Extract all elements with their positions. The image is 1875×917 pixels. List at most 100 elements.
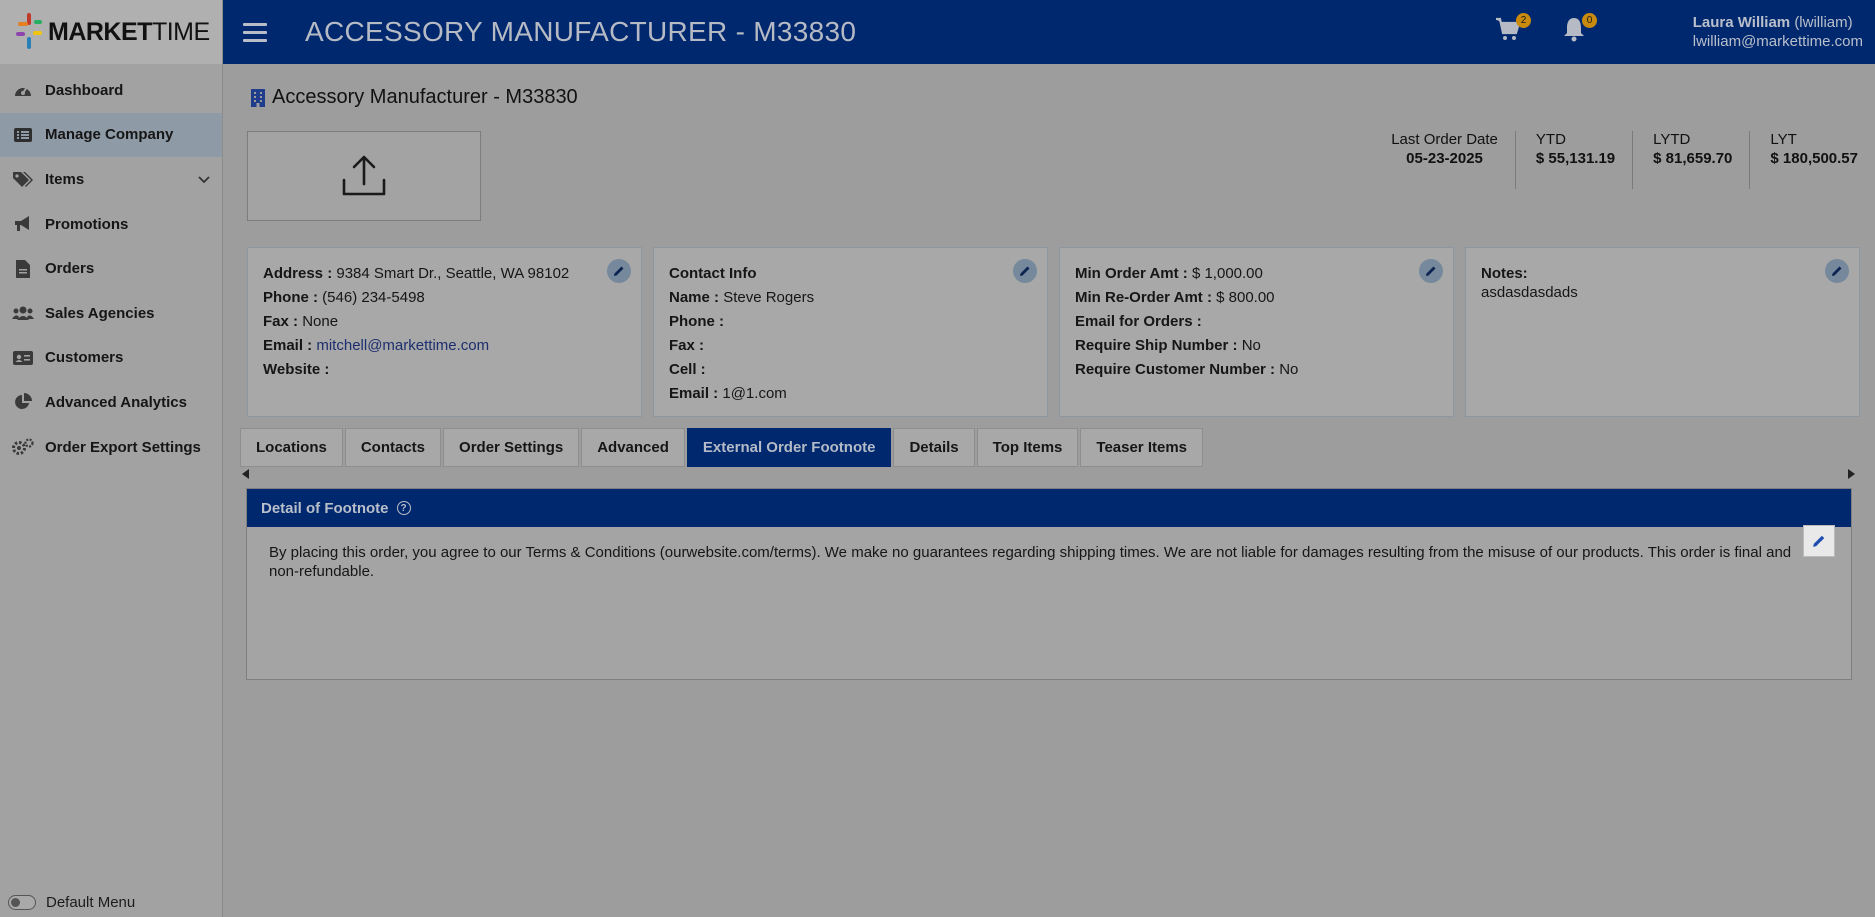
stat-lyt: LYT $ 180,500.57 [1749, 131, 1875, 189]
tab-order-settings[interactable]: Order Settings [443, 428, 580, 467]
tags-icon [12, 170, 34, 188]
logo-text: MARKETTIME [48, 17, 210, 46]
user-email: lwilliam@markettime.com [1692, 33, 1863, 50]
top-icons: 2 0 [1495, 13, 1597, 44]
stat-label: LYTD [1653, 131, 1691, 148]
logo[interactable]: MARKETTIME [0, 0, 222, 64]
sidebar-item-label: Sales Agencies [45, 304, 155, 322]
logo-upload[interactable] [247, 131, 481, 221]
footnote-header: Detail of Footnote ? [247, 489, 1851, 527]
stat-lytd: LYTD $ 81,659.70 [1632, 131, 1749, 189]
page-title: ACCESSORY MANUFACTURER - M33830 [305, 16, 857, 47]
footnote-text: By placing this order, you agree to our … [269, 544, 1792, 580]
sidebar-nav: Dashboard Manage Company Items Promotion… [0, 64, 222, 469]
logo-icon [16, 13, 42, 51]
notes-text: asdasdasdads [1481, 284, 1578, 301]
tab-external-order-footnote[interactable]: External Order Footnote [686, 428, 892, 467]
notification-count-badge: 0 [1582, 13, 1597, 28]
sidebar-item-promotions[interactable]: Promotions [0, 202, 222, 247]
stat-label: YTD [1535, 131, 1566, 148]
sidebar-item-label: Dashboard [45, 81, 124, 99]
pencil-icon [1426, 266, 1436, 276]
sidebar-item-order-export-settings[interactable]: Order Export Settings [0, 425, 222, 470]
sidebar-item-label: Order Export Settings [45, 438, 201, 456]
chevron-down-icon[interactable] [198, 171, 210, 188]
stat-ytd: YTD $ 55,131.19 [1514, 131, 1632, 189]
edit-footnote-button[interactable] [1803, 525, 1835, 557]
stat-value: $ 81,659.70 [1653, 150, 1733, 167]
pencil-icon [1832, 266, 1842, 276]
tab-top-items[interactable]: Top Items [976, 428, 1079, 467]
edit-order-settings-button[interactable] [1419, 259, 1443, 283]
default-menu-label: Default Menu [46, 893, 136, 911]
building-icon [251, 88, 265, 107]
hamburger-menu-icon[interactable] [243, 22, 267, 42]
tab-teaser-items[interactable]: Teaser Items [1080, 428, 1203, 467]
dashboard-gauge-icon [12, 81, 34, 99]
sidebar-item-manage-company[interactable]: Manage Company [0, 112, 222, 158]
sidebar-item-items[interactable]: Items [0, 157, 222, 202]
cart-count-badge: 2 [1516, 13, 1531, 28]
info-cards: Address : 9384 Smart Dr., Seattle, WA 98… [247, 247, 1860, 417]
notes-card: Notes: asdasdasdads [1465, 247, 1860, 417]
edit-notes-button[interactable] [1825, 259, 1849, 283]
sidebar-item-sales-agencies[interactable]: Sales Agencies [0, 291, 222, 336]
tab-scrollbar[interactable] [240, 467, 1857, 481]
list-icon [12, 126, 34, 144]
tab-advanced[interactable]: Advanced [581, 428, 685, 467]
sidebar-item-dashboard[interactable]: Dashboard [0, 68, 222, 113]
pencil-icon [1813, 535, 1825, 547]
pencil-icon [614, 266, 624, 276]
card-heading: Contact Info [669, 265, 757, 282]
sidebar-item-label: Items [45, 170, 85, 188]
stat-label: Last Order Date [1391, 131, 1498, 148]
user-handle: (lwilliam) [1794, 14, 1853, 31]
order-settings-card: Min Order Amt : $ 1,000.00 Min Re-Order … [1059, 247, 1454, 417]
footnote-heading: Detail of Footnote [261, 499, 389, 517]
sidebar: MARKETTIME Dashboard Manage Company Item… [0, 0, 223, 917]
stat-value: 05-23-2025 [1406, 150, 1483, 167]
sidebar-item-label: Advanced Analytics [45, 393, 187, 411]
sidebar-item-label: Manage Company [45, 126, 174, 144]
company-title-text: Accessory Manufacturer - M33830 [272, 86, 578, 108]
stat-value: $ 180,500.57 [1770, 150, 1858, 167]
stat-last-order: Last Order Date 05-23-2025 [1371, 131, 1515, 189]
contact-card: Contact Info Name : Steve Rogers Phone :… [653, 247, 1048, 417]
sidebar-item-label: Orders [45, 260, 95, 278]
scroll-right-icon[interactable] [1848, 469, 1855, 479]
scroll-left-icon[interactable] [242, 469, 249, 479]
user-name: Laura William [1692, 14, 1791, 31]
sidebar-item-label: Promotions [45, 215, 129, 233]
gears-icon [12, 438, 34, 456]
pencil-icon [1020, 266, 1030, 276]
tab-locations[interactable]: Locations [240, 428, 343, 467]
default-menu-toggle[interactable] [8, 894, 36, 910]
tab-details[interactable]: Details [893, 428, 975, 467]
sidebar-item-customers[interactable]: Customers [0, 336, 222, 381]
pie-chart-icon [12, 393, 34, 411]
users-icon [12, 304, 34, 322]
stat-label: LYT [1770, 131, 1797, 148]
address-card: Address : 9384 Smart Dr., Seattle, WA 98… [247, 247, 642, 417]
sidebar-item-label: Customers [45, 349, 124, 367]
main-content: Accessory Manufacturer - M33830 Last Ord… [223, 64, 1875, 917]
stat-value: $ 55,131.19 [1535, 150, 1616, 167]
sidebar-item-orders[interactable]: Orders [0, 246, 222, 291]
order-stats: Last Order Date 05-23-2025 YTD $ 55,131.… [1371, 131, 1875, 189]
bell-icon[interactable]: 0 [1561, 13, 1597, 44]
megaphone-icon [12, 215, 34, 233]
cart-icon[interactable]: 2 [1495, 13, 1531, 44]
sidebar-item-advanced-analytics[interactable]: Advanced Analytics [0, 380, 222, 425]
edit-contact-button[interactable] [1013, 259, 1037, 283]
upload-icon [342, 155, 386, 196]
edit-address-button[interactable] [607, 259, 631, 283]
default-menu-toggle-row[interactable]: Default Menu [8, 889, 135, 915]
company-title: Accessory Manufacturer - M33830 [251, 86, 578, 109]
tab-contacts[interactable]: Contacts [344, 428, 442, 467]
id-card-icon [12, 349, 34, 367]
company-tabs: Locations Contacts Order Settings Advanc… [240, 428, 1205, 467]
email-link[interactable]: mitchell@markettime.com [316, 337, 489, 354]
document-icon [12, 259, 34, 278]
help-icon[interactable]: ? [396, 501, 411, 515]
user-menu[interactable]: Laura William (lwilliam) lwilliam@market… [1693, 13, 1863, 51]
